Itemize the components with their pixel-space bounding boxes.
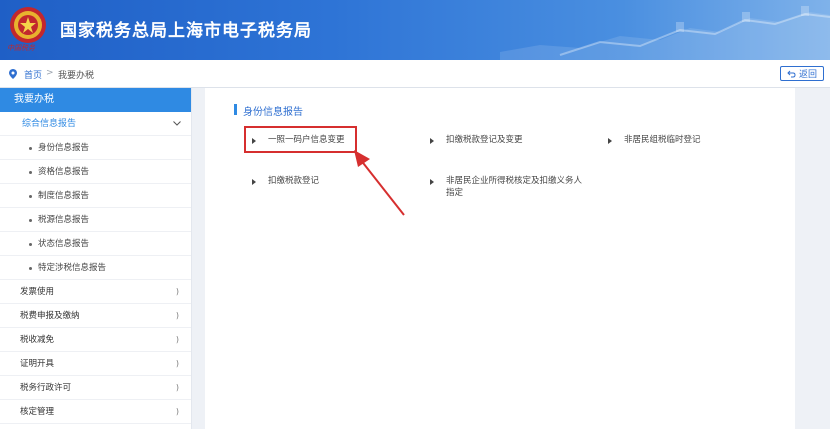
sidebar-item-label: 核定管理: [20, 407, 55, 417]
chevron-down-icon: [173, 121, 181, 126]
sidebar-item-label: 税费申报及缴纳: [20, 311, 80, 321]
sidebar-item-certificate[interactable]: 证明开具): [0, 352, 191, 376]
location-pin-icon: [9, 69, 17, 79]
link-withholding-registration-change[interactable]: 扣缴税款登记及变更: [430, 134, 523, 146]
sidebar-item-label: 资格信息报告: [38, 167, 90, 177]
sidebar-group-comprehensive-report[interactable]: 综合信息报告: [0, 112, 191, 136]
sidebar-item-qualification-report[interactable]: 资格信息报告: [0, 160, 191, 184]
section-title: 身份信息报告: [243, 107, 303, 118]
breadcrumb: 首页 > 我要办税 返回: [0, 60, 830, 88]
bullet-icon: [29, 195, 32, 198]
breadcrumb-separator: >: [46, 68, 54, 78]
link-nonresident-enterprise-tax[interactable]: 非居民企业所得税核定及扣缴义务人指定: [430, 175, 586, 199]
bullet-icon: [29, 171, 32, 174]
annotation-arrow-icon: [354, 150, 405, 216]
sidebar-item-tax-source-report[interactable]: 税源信息报告: [0, 208, 191, 232]
triangle-bullet-icon: [608, 138, 612, 144]
sidebar-item-status-report[interactable]: 状态信息报告: [0, 232, 191, 256]
emblem-caption: 中国税务: [7, 44, 35, 52]
site-title: 国家税务总局上海市电子税务局: [60, 21, 312, 41]
back-button-label: 返回: [798, 70, 817, 80]
sidebar-item-tax-filing[interactable]: 税费申报及缴纳): [0, 304, 191, 328]
sidebar-item-label: 发票使用: [20, 287, 55, 297]
sidebar-item-label: 税收减免: [20, 335, 55, 345]
sidebar-item-tax-relief[interactable]: 税收减免): [0, 328, 191, 352]
link-withholding-registration[interactable]: 扣缴税款登记: [252, 175, 320, 187]
sidebar-item-assessment[interactable]: 核定管理): [0, 400, 191, 424]
sidebar-item-label: 状态信息报告: [38, 239, 90, 249]
tax-emblem-icon: [10, 7, 46, 43]
sidebar-item-label: 税源信息报告: [38, 215, 90, 225]
bullet-icon: [29, 267, 32, 270]
chevron-right-icon: ): [175, 311, 179, 320]
sidebar-heading[interactable]: 我要办税: [0, 88, 191, 112]
sidebar-item-label: 特定涉税信息报告: [38, 263, 107, 273]
bullet-icon: [29, 243, 32, 246]
section-marker: [234, 104, 237, 115]
link-label: 扣缴税款登记: [268, 176, 320, 186]
sidebar-item-label: 税务行政许可: [20, 383, 72, 393]
chevron-right-icon: ): [175, 359, 179, 368]
bullet-icon: [29, 147, 32, 150]
sidebar-item-label: 证明开具: [20, 359, 55, 369]
link-nonresident-temp-registration[interactable]: 非居民组税临时登记: [608, 134, 701, 146]
great-wall-decoration: [500, 6, 830, 60]
sidebar-item-admin-permit[interactable]: 税务行政许可): [0, 376, 191, 400]
triangle-bullet-icon: [430, 138, 434, 144]
site-header: 中国税务 国家税务总局上海市电子税务局: [0, 0, 830, 60]
chevron-right-icon: ): [175, 383, 179, 392]
bullet-icon: [29, 219, 32, 222]
triangle-bullet-icon: [430, 179, 434, 185]
breadcrumb-home-link[interactable]: 首页: [24, 68, 42, 81]
link-label: 非居民企业所得税核定及扣缴义务人指定: [446, 176, 583, 198]
back-button[interactable]: 返回: [779, 66, 824, 81]
link-label: 扣缴税款登记及变更: [446, 135, 523, 145]
sidebar-nav: 我要办税 综合信息报告 身份信息报告 资格信息报告 制度信息报告 税源信息报告 …: [0, 88, 192, 429]
chevron-right-icon: ): [175, 407, 179, 416]
triangle-bullet-icon: [252, 179, 256, 185]
sidebar-item-invoice-use[interactable]: 发票使用): [0, 280, 191, 304]
back-arrow-icon: [787, 70, 796, 77]
sidebar-item-system-report[interactable]: 制度信息报告: [0, 184, 191, 208]
sidebar-item-specific-tax-report[interactable]: 特定涉税信息报告: [0, 256, 191, 280]
sidebar-item-label: 制度信息报告: [38, 191, 90, 201]
breadcrumb-current: 我要办税: [58, 71, 95, 81]
chevron-right-icon: ): [175, 335, 179, 344]
sidebar-item-identity-report[interactable]: 身份信息报告: [0, 136, 191, 160]
sidebar-group-label: 综合信息报告: [22, 119, 77, 129]
link-label: 非居民组税临时登记: [624, 135, 701, 145]
chevron-right-icon: ): [175, 287, 179, 296]
sidebar-item-label: 身份信息报告: [38, 143, 90, 153]
